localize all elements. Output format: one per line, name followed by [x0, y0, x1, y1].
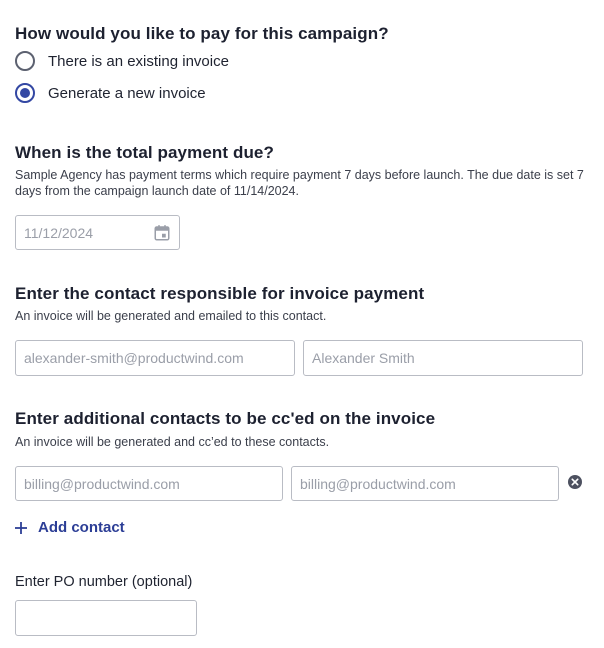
contact-email-input[interactable]	[24, 350, 286, 366]
contact-email-field[interactable]	[15, 340, 295, 376]
cc-question: Enter additional contacts to be cc'ed on…	[15, 409, 436, 428]
po-label: Enter PO number (optional)	[15, 574, 193, 590]
radio-existing-invoice-label: There is an existing invoice	[48, 52, 229, 70]
radio-new-invoice-circle[interactable]	[15, 83, 35, 103]
contact-name-field[interactable]	[303, 340, 583, 376]
due-date-placeholder: 11/12/2024	[24, 224, 94, 241]
due-description: Sample Agency has payment terms which re…	[15, 168, 584, 198]
contact-question: Enter the contact responsible for invoic…	[15, 284, 425, 303]
add-contact-button[interactable]: Add contact	[14, 519, 125, 536]
po-number-field[interactable]	[15, 600, 197, 636]
due-question: When is the total payment due?	[15, 143, 274, 162]
cc-email-input-1[interactable]	[24, 475, 274, 492]
cc-email-field-2[interactable]	[291, 466, 559, 501]
cc-description: An invoice will be generated and cc’ed t…	[15, 435, 330, 449]
radio-new-invoice[interactable]: Generate a new invoice	[15, 83, 206, 103]
contact-name-input[interactable]	[312, 350, 574, 366]
radio-existing-invoice-circle[interactable]	[15, 51, 35, 71]
close-circle-icon[interactable]	[568, 475, 582, 489]
contact-description: An invoice will be generated and emailed…	[15, 309, 327, 323]
payment-question: How would you like to pay for this campa…	[15, 24, 389, 43]
plus-icon	[15, 521, 27, 534]
cc-email-field-1[interactable]	[15, 466, 283, 501]
cc-email-input-2[interactable]	[300, 475, 550, 492]
calendar-icon[interactable]	[153, 224, 171, 242]
add-contact-label: Add contact	[38, 519, 125, 536]
due-date-field[interactable]: 11/12/2024	[15, 215, 180, 250]
radio-new-invoice-label: Generate a new invoice	[48, 84, 206, 102]
po-number-input[interactable]	[24, 610, 188, 626]
radio-existing-invoice[interactable]: There is an existing invoice	[15, 51, 229, 71]
